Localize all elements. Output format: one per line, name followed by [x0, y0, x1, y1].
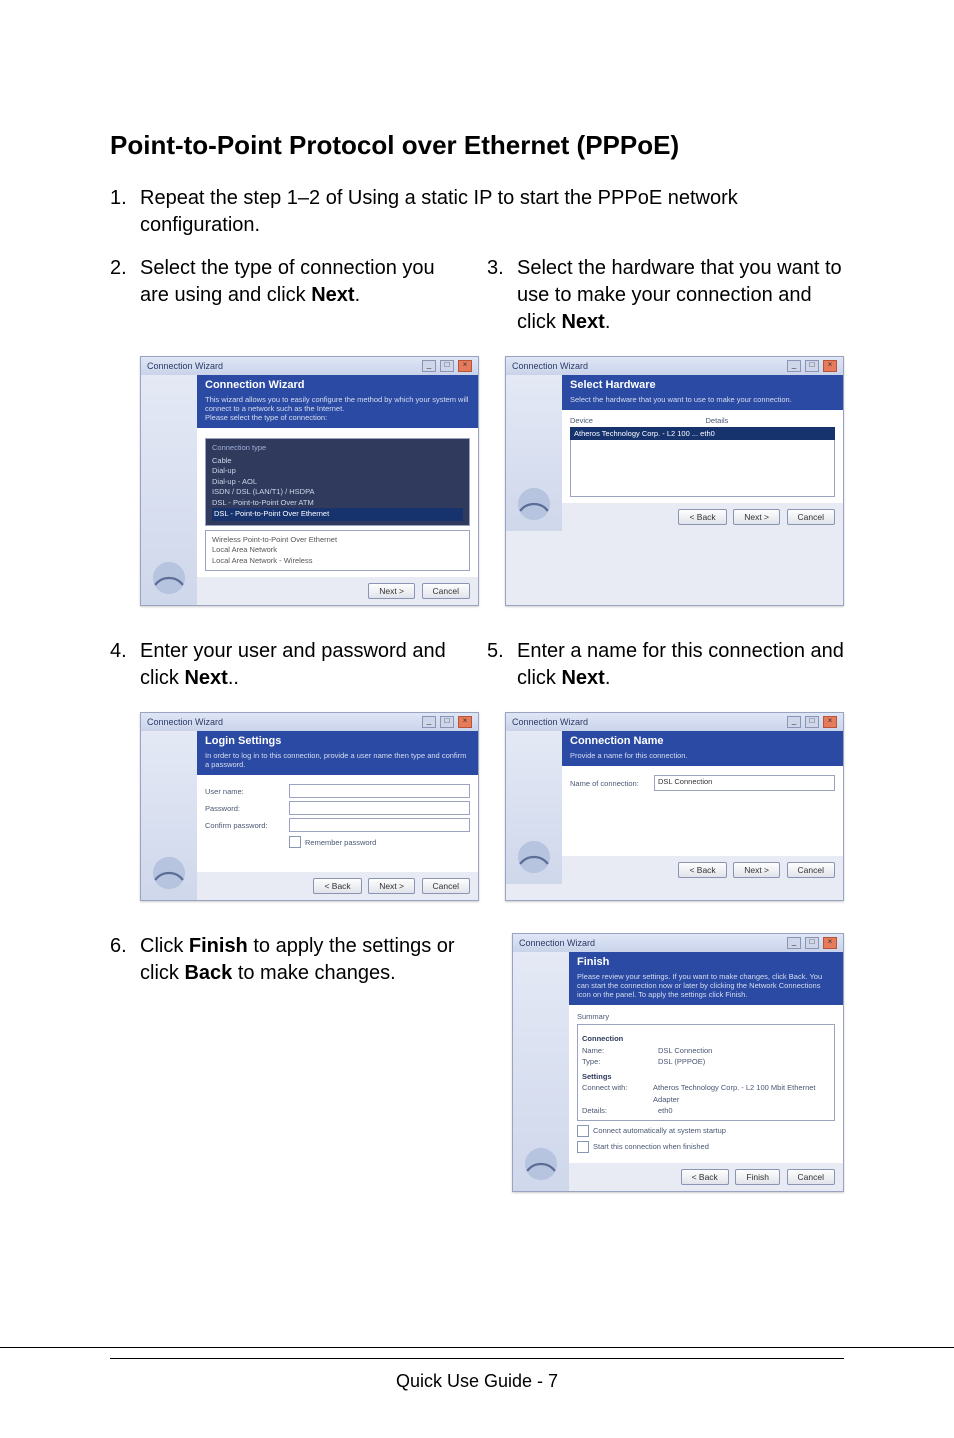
- back-button[interactable]: < Back: [678, 509, 726, 525]
- step-number: 1.: [110, 185, 140, 239]
- remember-password-checkbox[interactable]: [289, 836, 301, 848]
- step-number: 3.: [487, 255, 517, 336]
- back-button[interactable]: < Back: [681, 1169, 729, 1185]
- confirm-password-input[interactable]: [289, 818, 470, 832]
- wizard-side-graphic: [141, 375, 197, 605]
- username-input[interactable]: [289, 784, 470, 798]
- minimize-icon[interactable]: _: [422, 716, 436, 728]
- back-button[interactable]: < Back: [678, 862, 726, 878]
- cancel-button[interactable]: Cancel: [422, 878, 470, 894]
- cancel-button[interactable]: Cancel: [787, 1169, 835, 1185]
- cancel-button[interactable]: Cancel: [422, 583, 470, 599]
- start-now-checkbox[interactable]: [577, 1141, 589, 1153]
- step-text: Select the type of connection you are us…: [140, 255, 467, 309]
- panel-heading: Connection Name: [562, 731, 843, 751]
- minimize-icon[interactable]: _: [787, 716, 801, 728]
- panel-heading: Login Settings: [197, 731, 478, 751]
- maximize-icon[interactable]: □: [440, 360, 454, 372]
- wizard-side-graphic: [506, 375, 562, 531]
- maximize-icon[interactable]: □: [440, 716, 454, 728]
- label-connection-name: Name of connection:: [570, 779, 648, 788]
- hardware-row[interactable]: Atheros Technology Corp. - L2 100 ... et…: [570, 427, 835, 440]
- selected-connection-type[interactable]: DSL - Point-to-Point Over Ethernet: [212, 508, 463, 521]
- window-title: Connection Wizard: [147, 717, 418, 727]
- finish-button[interactable]: Finish: [735, 1169, 780, 1185]
- panel-subtext: Provide a name for this connection.: [562, 751, 843, 766]
- window-title: Connection Wizard: [519, 938, 783, 948]
- col-details: Details: [706, 416, 836, 425]
- minimize-icon[interactable]: _: [422, 360, 436, 372]
- panel-heading: Connection Wizard: [197, 375, 478, 395]
- close-icon[interactable]: ×: [823, 937, 837, 949]
- wizard-connection-name: Connection Wizard _ □ × Connection Name …: [505, 712, 844, 901]
- wizard-side-graphic: [513, 952, 569, 1191]
- wizard-finish: Connection Wizard _ □ × Finish Please re…: [512, 933, 844, 1192]
- connection-type-list[interactable]: Connection type Cable Dial-up Dial-up - …: [205, 438, 470, 526]
- cancel-button[interactable]: Cancel: [787, 509, 835, 525]
- connection-name-input[interactable]: DSL Connection: [654, 775, 835, 791]
- summary-header: Summary: [577, 1011, 835, 1022]
- close-icon[interactable]: ×: [823, 716, 837, 728]
- close-icon[interactable]: ×: [458, 716, 472, 728]
- step-text: Click Finish to apply the settings or cl…: [140, 933, 486, 987]
- next-button[interactable]: Next >: [368, 583, 415, 599]
- label-username: User name:: [205, 787, 283, 796]
- window-title: Connection Wizard: [147, 361, 418, 371]
- maximize-icon[interactable]: □: [805, 716, 819, 728]
- wizard-side-graphic: [141, 731, 197, 900]
- col-device: Device: [570, 416, 700, 425]
- step-number: 5.: [487, 638, 517, 692]
- page-footer: Quick Use Guide - 7: [110, 1358, 844, 1392]
- step-text: Enter your user and password and click N…: [140, 638, 467, 692]
- step-text: Enter a name for this connection and cli…: [517, 638, 844, 692]
- close-icon[interactable]: ×: [823, 360, 837, 372]
- panel-heading: Finish: [569, 952, 843, 972]
- label-password: Password:: [205, 804, 283, 813]
- panel-heading: Select Hardware: [562, 375, 843, 395]
- wizard-login-settings: Connection Wizard _ □ × Login Settings I…: [140, 712, 479, 901]
- wizard-connection-type: Connection Wizard _ □ × Connection Wizar…: [140, 356, 479, 606]
- window-title: Connection Wizard: [512, 361, 783, 371]
- panel-subtext: This wizard allows you to easily configu…: [197, 395, 478, 428]
- wizard-side-graphic: [506, 731, 562, 884]
- panel-subtext: Select the hardware that you want to use…: [562, 395, 843, 410]
- step-text: Select the hardware that you want to use…: [517, 255, 844, 336]
- back-button[interactable]: < Back: [313, 878, 361, 894]
- label-confirm: Confirm password:: [205, 821, 283, 830]
- maximize-icon[interactable]: □: [805, 937, 819, 949]
- minimize-icon[interactable]: _: [787, 360, 801, 372]
- wizard-select-hardware: Connection Wizard _ □ × Select Hardware …: [505, 356, 844, 606]
- password-input[interactable]: [289, 801, 470, 815]
- step-number: 4.: [110, 638, 140, 692]
- next-button[interactable]: Next >: [733, 509, 780, 525]
- step-text: Repeat the step 1–2 of Using a static IP…: [140, 185, 844, 239]
- step-number: 2.: [110, 255, 140, 309]
- next-button[interactable]: Next >: [368, 878, 415, 894]
- maximize-icon[interactable]: □: [805, 360, 819, 372]
- auto-connect-checkbox[interactable]: [577, 1125, 589, 1137]
- minimize-icon[interactable]: _: [787, 937, 801, 949]
- next-button[interactable]: Next >: [733, 862, 780, 878]
- step-number: 6.: [110, 933, 140, 987]
- page-title: Point-to-Point Protocol over Ethernet (P…: [110, 130, 844, 161]
- cancel-button[interactable]: Cancel: [787, 862, 835, 878]
- panel-subtext: In order to log in to this connection, p…: [197, 751, 478, 775]
- remember-password-label: Remember password: [305, 838, 376, 847]
- close-icon[interactable]: ×: [458, 360, 472, 372]
- panel-subtext: Please review your settings. If you want…: [569, 972, 843, 1005]
- window-title: Connection Wizard: [512, 717, 783, 727]
